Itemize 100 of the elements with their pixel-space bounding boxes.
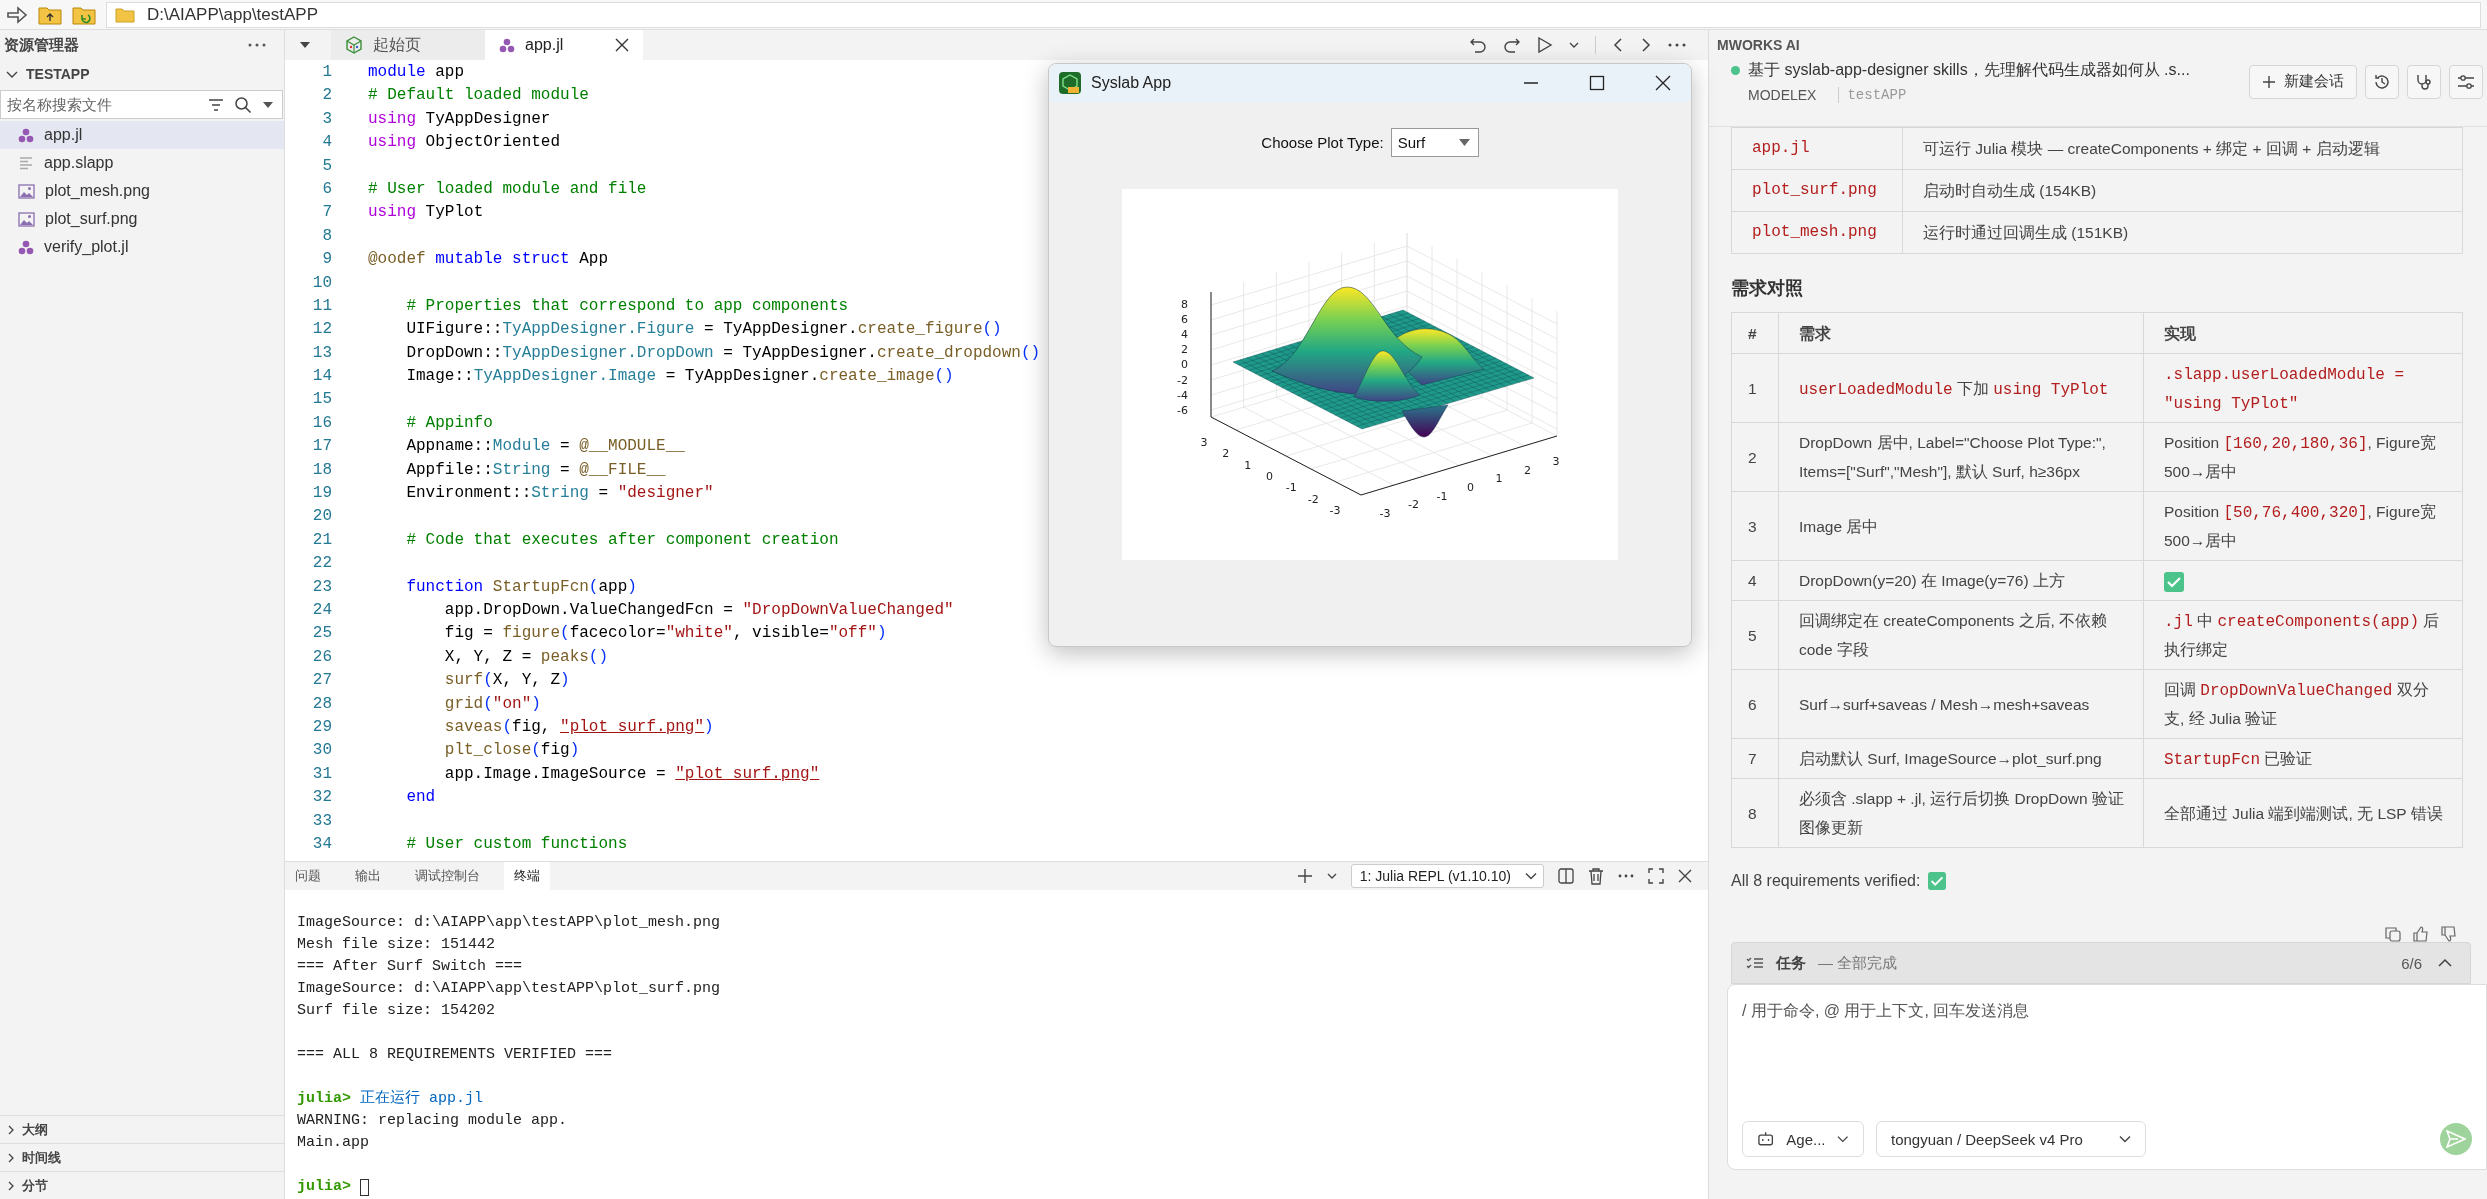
table-cell: DropDown(y=20) 在 Image(y=76) 上方	[1778, 560, 2144, 601]
line-number: 17	[311, 436, 332, 458]
line-number: 1	[321, 62, 332, 83]
forward-icon[interactable]	[1640, 37, 1652, 53]
search-icon[interactable]	[234, 95, 252, 114]
folder-icon	[115, 6, 135, 23]
undo-icon[interactable]	[1469, 36, 1487, 54]
column-header: #	[1731, 312, 1779, 354]
line-number: 23	[311, 576, 332, 598]
plot-type-dropdown[interactable]: Surf	[1390, 128, 1479, 157]
history-button[interactable]	[2365, 64, 2399, 99]
caret-icon[interactable]	[262, 100, 274, 109]
code-line: function StartupFcn(app)	[405, 576, 637, 598]
table-cell: 可运行 Julia 模块 — createComponents + 绑定 + 回调 + 启动逻辑	[1902, 127, 2463, 170]
line-number: 3	[321, 108, 332, 130]
filter-icon[interactable]	[208, 97, 224, 112]
copy-icon[interactable]	[2385, 926, 2401, 942]
terminal-output: ImageSource: d:\AIAPP\app\testAPP\plot_mesh.png	[297, 913, 721, 933]
stethoscope-button[interactable]	[2407, 64, 2441, 99]
line-number: 14	[311, 366, 332, 388]
more-icon[interactable]	[248, 43, 266, 47]
close-icon[interactable]	[615, 38, 630, 52]
file-item[interactable]: app.jl	[0, 121, 284, 149]
table-cell: 4	[1731, 560, 1779, 601]
code-line: # User loaded module and file	[368, 178, 647, 200]
plus-icon	[2262, 74, 2276, 89]
section-heading: 需求对照	[1731, 277, 1804, 300]
search-field[interactable]: 按名称搜索文件	[0, 90, 283, 119]
split-icon[interactable]	[1558, 868, 1574, 884]
table-cell: plot_surf.png	[1731, 169, 1903, 212]
section-header[interactable]: 分节	[0, 1171, 284, 1199]
code-line: module app	[368, 62, 464, 83]
panel-tab[interactable]: 问题	[285, 862, 331, 890]
redo-icon[interactable]	[1503, 36, 1521, 54]
file-item[interactable]: verify_plot.jl	[0, 233, 284, 261]
task-bar[interactable]: 任务 — 全部完成 6/6	[1731, 942, 2471, 984]
panel-tab[interactable]: 调试控制台	[405, 862, 490, 890]
image-file-icon	[18, 211, 35, 227]
file-item[interactable]: plot_mesh.png	[0, 177, 284, 205]
line-number: 26	[311, 646, 332, 668]
folder-back-icon[interactable]	[72, 4, 96, 25]
section-header[interactable]: 时间线	[0, 1143, 284, 1171]
message-input[interactable]: / 用于命令, @ 用于上下文, 回车发送消息	[1742, 997, 2472, 1121]
section-header[interactable]: 大纲	[0, 1115, 284, 1143]
check-icon	[2164, 571, 2184, 592]
panel-tab[interactable]: 终端	[504, 862, 550, 890]
app-logo-icon	[1059, 72, 1081, 94]
message-composer[interactable]: / 用于命令, @ 用于上下文, 回车发送消息 Age... tongyuan / DeepSeek v4 Pro	[1727, 984, 2487, 1170]
folder-up-icon[interactable]	[38, 4, 62, 25]
table-cell: .slapp.userLoadedModule = "using TyPlot"	[2143, 353, 2463, 423]
chevron-down-icon[interactable]	[1569, 41, 1579, 49]
chevron-icon[interactable]	[2438, 958, 2452, 968]
code-line: app.DropDown.ValueChangedFcn = "DropDownValueChanged"	[443, 600, 954, 621]
code-line: end	[405, 787, 436, 809]
run-icon[interactable]	[1537, 36, 1553, 54]
line-number: 22	[311, 553, 332, 575]
plus-icon[interactable]	[1296, 868, 1313, 884]
chevron-down-icon[interactable]	[1326, 872, 1337, 880]
trash-icon[interactable]	[1588, 867, 1604, 885]
more-icon[interactable]	[1618, 874, 1634, 878]
robot-icon	[1757, 1131, 1775, 1147]
tick-label: -4	[1177, 388, 1188, 402]
table-cell: Surf→surf+saveas / Mesh→mesh+saveas	[1778, 669, 2144, 739]
terminal-select[interactable]: 1: Julia REPL (v1.10.10)	[1350, 864, 1544, 888]
address-field[interactable]: D:\AIAPP\app\testAPP	[106, 1, 2481, 28]
back-icon[interactable]	[1612, 37, 1624, 53]
caret-icon[interactable]	[299, 41, 311, 49]
table-cell: Image 居中	[1778, 491, 2144, 561]
explorer-title: 资源管理器	[4, 35, 79, 55]
panel-tab[interactable]: 输出	[345, 862, 391, 890]
tick-label: 0	[1181, 358, 1188, 372]
file-item[interactable]: plot_surf.png	[0, 205, 284, 233]
model-dropdown[interactable]: tongyuan / DeepSeek v4 Pro	[1876, 1121, 2146, 1157]
table-cell: 5	[1731, 600, 1779, 670]
tick-label: -2	[1408, 498, 1419, 512]
editor-tab[interactable]: 起始页	[331, 30, 485, 60]
close-icon[interactable]	[1678, 869, 1692, 883]
file-item[interactable]: app.slapp	[0, 149, 284, 177]
maximize-icon[interactable]	[1589, 75, 1605, 91]
new-chat-button[interactable]: 新建会话	[2249, 64, 2357, 99]
more-icon[interactable]	[1668, 43, 1686, 47]
settings-button[interactable]	[2449, 64, 2483, 99]
thumbs-up-icon[interactable]	[2413, 926, 2429, 942]
code-line: DropDown::TyAppDesigner.DropDown = TyAppDesigner.create_dropdown()	[405, 342, 1041, 364]
forward-arrow-icon[interactable]	[6, 5, 28, 24]
chevron-down-icon	[1837, 1135, 1849, 1143]
folder-header[interactable]: TESTAPP	[0, 60, 284, 88]
agent-dropdown[interactable]: Age...	[1742, 1121, 1864, 1157]
table-cell: 启动默认 Surf, ImageSource→plot_surf.png	[1778, 738, 2144, 779]
close-icon[interactable]	[1655, 75, 1671, 91]
thumbs-down-icon[interactable]	[2441, 926, 2457, 942]
julia-file-icon	[18, 239, 34, 255]
panel-title: MWORKS AI	[1717, 36, 1801, 55]
table-cell: app.jl	[1731, 127, 1903, 170]
editor-tab[interactable]: app.jl	[485, 30, 644, 60]
code-line: using TyPlot	[368, 202, 484, 224]
column-header: 需求	[1778, 312, 2144, 354]
line-number: 19	[311, 483, 332, 505]
search-input[interactable]: 按名称搜索文件	[5, 95, 198, 114]
line-number: 7	[321, 202, 332, 224]
